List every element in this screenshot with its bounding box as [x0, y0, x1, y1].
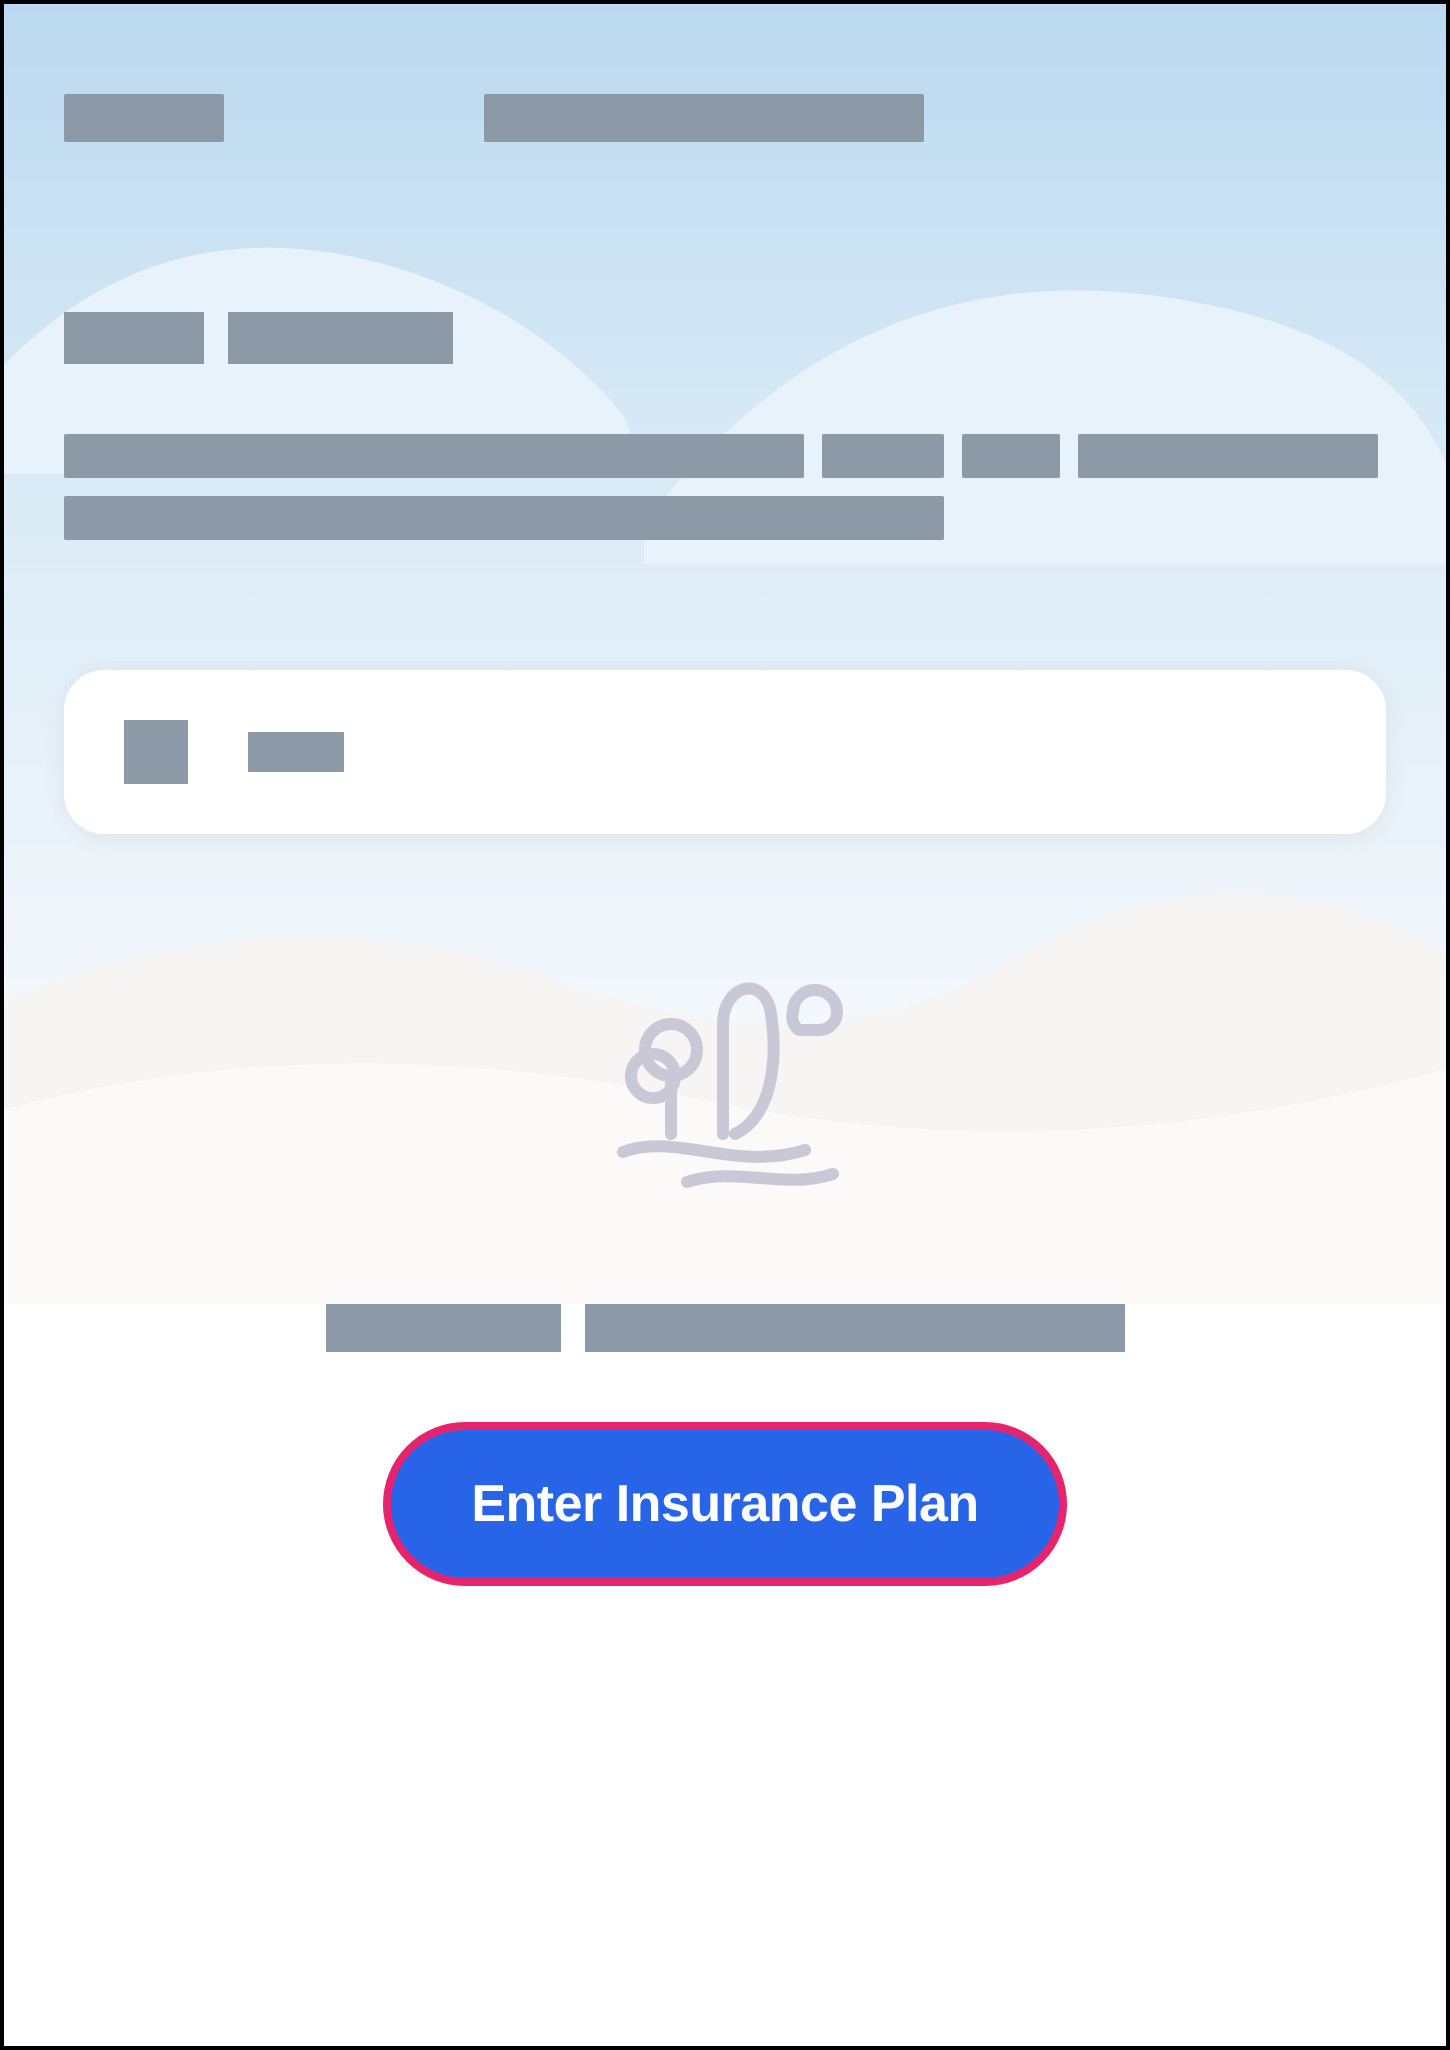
description-line1-a: [64, 434, 804, 478]
top-bar-title-placeholder: [484, 94, 924, 142]
top-bar-left-placeholder: [64, 94, 224, 142]
empty-text-b: [585, 1304, 1125, 1352]
greeting-placeholder-b: [228, 312, 453, 364]
description-line1-c: [962, 434, 1060, 478]
card-icon: [124, 720, 188, 784]
description-block: [64, 434, 1386, 540]
info-card[interactable]: [64, 670, 1386, 834]
enter-insurance-plan-button[interactable]: Enter Insurance Plan: [383, 1422, 1066, 1586]
description-line1-d: [1078, 434, 1378, 478]
empty-text-a: [326, 1304, 561, 1352]
greeting-placeholder-a: [64, 312, 204, 364]
description-line1-b: [822, 434, 944, 478]
greeting-row: [64, 312, 1386, 364]
top-bar: [64, 94, 1386, 142]
description-line2: [64, 496, 944, 540]
app-frame: Enter Insurance Plan: [0, 0, 1450, 2050]
card-label-placeholder: [248, 732, 344, 772]
trees-cloud-icon: [575, 954, 875, 1204]
empty-state-illustration: [64, 954, 1386, 1204]
empty-state-text: [64, 1304, 1386, 1352]
